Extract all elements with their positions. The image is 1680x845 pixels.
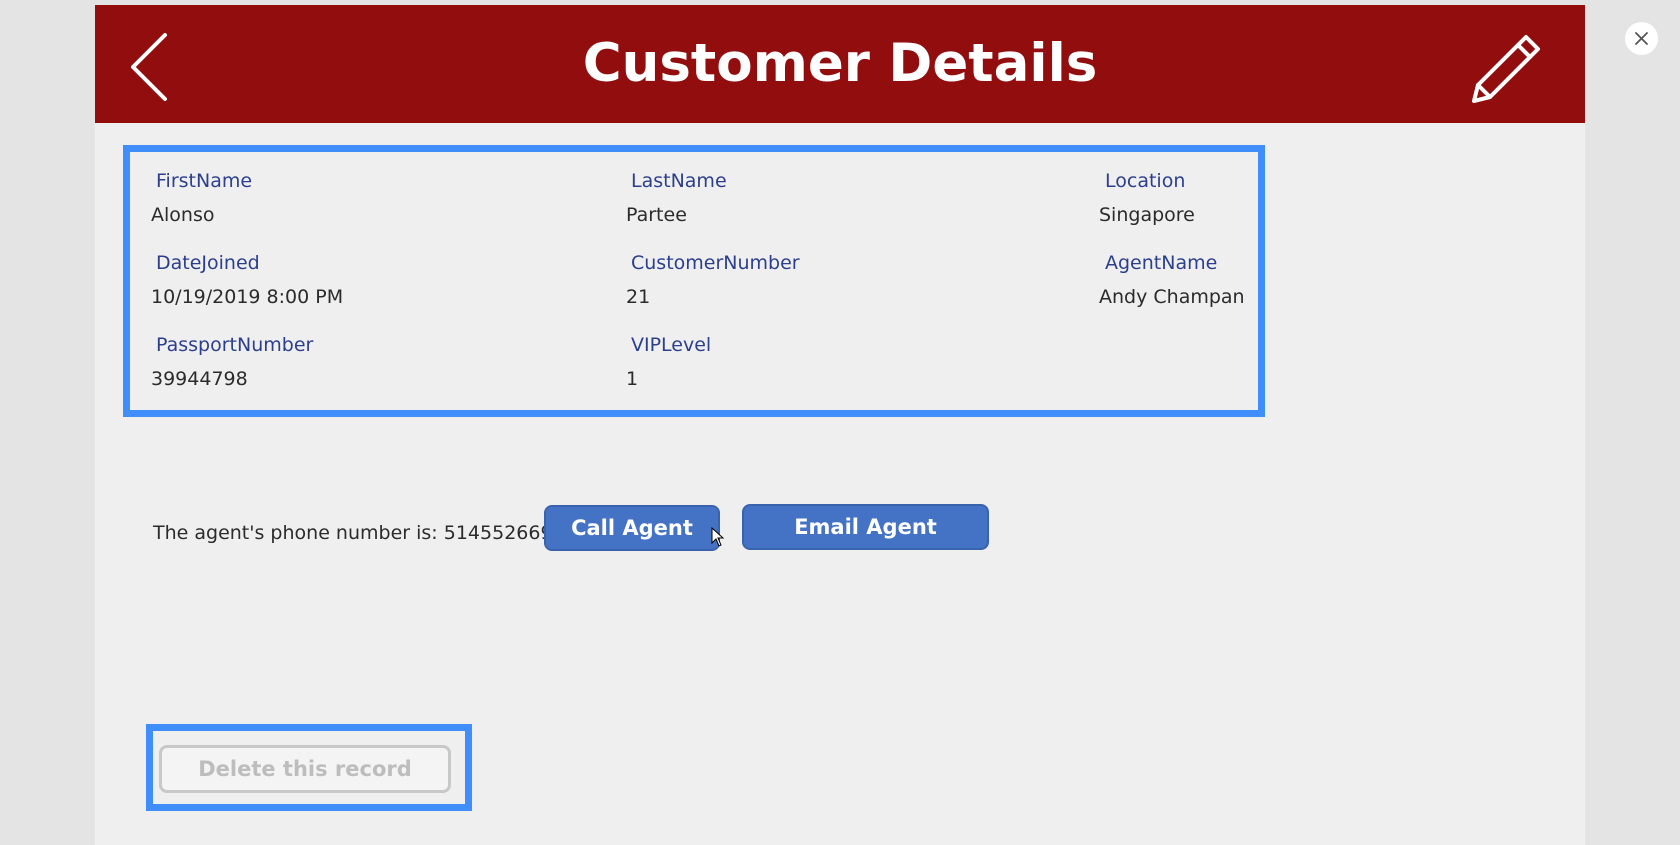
page-title: Customer Details — [582, 33, 1098, 94]
field-value-passportnumber: 39944798 — [151, 368, 248, 390]
field-value-lastname: Partee — [626, 204, 687, 226]
agent-phone-text: The agent's phone number is: 5145526695 — [153, 519, 565, 547]
agent-phone-prefix: The agent's phone number is: — [153, 522, 438, 544]
field-value-firstname: Alonso — [151, 204, 215, 226]
close-button[interactable] — [1625, 22, 1658, 55]
field-value-agentname: Andy Champan — [1099, 286, 1245, 308]
field-label-location: Location — [1105, 170, 1186, 192]
call-agent-button[interactable]: Call Agent — [544, 505, 720, 551]
header-bar: Customer Details — [95, 5, 1585, 123]
close-icon — [1635, 32, 1648, 45]
app-screen: Customer Details FirstName Alonso LastNa… — [95, 5, 1585, 845]
field-label-agentname: AgentName — [1105, 252, 1218, 274]
field-label-datejoined: DateJoined — [156, 252, 260, 274]
delete-record-button[interactable]: Delete this record — [159, 745, 451, 793]
pencil-icon — [1472, 35, 1540, 103]
field-label-firstname: FirstName — [156, 170, 253, 192]
field-label-lastname: LastName — [631, 170, 727, 192]
field-value-viplevel: 1 — [626, 368, 639, 390]
field-label-passportnumber: PassportNumber — [156, 334, 314, 356]
field-value-datejoined: 10/19/2019 8:00 PM — [151, 286, 344, 308]
field-value-customernumber: 21 — [626, 286, 651, 308]
field-label-customernumber: CustomerNumber — [631, 252, 800, 274]
email-agent-button[interactable]: Email Agent — [742, 504, 989, 550]
field-value-location: Singapore — [1099, 204, 1195, 226]
edit-button[interactable] — [1470, 29, 1546, 105]
field-label-viplevel: VIPLevel — [631, 334, 712, 356]
mouse-cursor-icon — [711, 527, 725, 547]
